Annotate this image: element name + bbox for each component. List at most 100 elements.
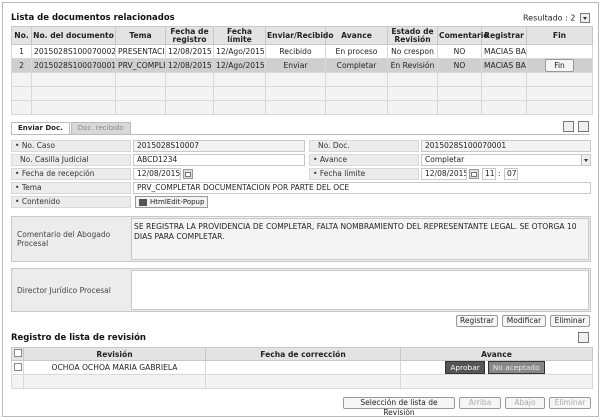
col-fecha-correccion[interactable]: Fecha de corrección xyxy=(205,347,401,361)
tab-bar: Enviar Doc. Doc. recibido xyxy=(11,122,132,134)
no-aceptado-button[interactable]: No aceptado xyxy=(487,361,545,374)
cell: 2015028S100070002 xyxy=(31,44,116,59)
revision-header-row: Revisión Fecha de corrección Avance xyxy=(11,347,593,361)
table-header-row: No. No. del documento Tema Fecha de regi… xyxy=(11,26,593,45)
fecha-limite-input[interactable]: 12/08/2015 xyxy=(421,168,467,180)
cell: 2015028S100070001 xyxy=(31,58,116,73)
tema-label: Tema xyxy=(11,182,131,194)
chevron-down-icon[interactable] xyxy=(578,332,589,343)
registrar-button[interactable]: Registrar xyxy=(456,315,498,327)
col-registrar[interactable]: Registrar xyxy=(481,26,527,45)
cell: 12/08/2015 xyxy=(165,58,214,73)
col-fin[interactable]: Fin xyxy=(526,26,593,45)
empty-row xyxy=(11,86,593,101)
table-row[interactable]: OCHOA OCHOA MARIA GABRIELA Aprobar No ace… xyxy=(11,360,593,375)
cell: Aprobar No aceptado xyxy=(400,360,593,375)
minute-input[interactable]: 07 xyxy=(504,168,518,180)
casilla-input[interactable]: ABCD1234 xyxy=(133,154,305,166)
col-tema[interactable]: Tema xyxy=(115,26,166,45)
col-revision[interactable]: Revisión xyxy=(23,347,206,361)
fecha-recepcion-input[interactable]: 12/08/2015 xyxy=(133,168,181,180)
col-doc-number[interactable]: No. del documento xyxy=(31,26,116,45)
col-comentario[interactable]: Comentario xyxy=(437,26,489,45)
time-separator: : xyxy=(498,169,501,178)
fecha-limite-label: Fecha límite xyxy=(309,168,419,180)
hour-input[interactable]: 11 xyxy=(482,168,496,180)
seleccion-lista-button[interactable]: Selección de lista de Revisión xyxy=(343,397,455,417)
chevron-down-icon[interactable] xyxy=(578,121,589,132)
documents-table: No. No. del documento Tema Fecha de regi… xyxy=(11,26,593,115)
avance-label: Avance xyxy=(309,154,419,166)
list-section-title: Lista de documentos relacionados xyxy=(11,13,175,23)
col-fecha-registro[interactable]: Fecha de registro xyxy=(165,26,214,45)
calendar-icon[interactable] xyxy=(469,169,479,179)
aprobar-button[interactable]: Aprobar xyxy=(445,361,485,374)
arriba-button[interactable]: Arriba xyxy=(459,397,501,409)
cell: 12/Ago/2015 xyxy=(213,58,266,73)
cell: Enviar xyxy=(265,58,326,73)
director-textarea[interactable] xyxy=(131,270,589,310)
empty-row xyxy=(11,374,593,389)
col-avance[interactable]: Avance xyxy=(400,347,593,361)
cell xyxy=(526,44,593,59)
cell xyxy=(205,360,401,375)
select-all-checkbox[interactable] xyxy=(13,349,22,357)
fecha-recepcion-label: Fecha de recepción xyxy=(11,168,131,180)
no-caso-label: No. Caso xyxy=(11,140,131,152)
main-panel: Lista de documentos relacionados Resulta… xyxy=(2,2,599,417)
edit-icon xyxy=(139,199,147,206)
col-fecha-limite[interactable]: Fecha límite xyxy=(213,26,266,45)
tema-input[interactable]: PRV_COMPLETAR DOCUMENTACION POR PARTE DE… xyxy=(133,182,591,194)
revision-table: Revisión Fecha de corrección Avance OCHO… xyxy=(11,347,593,389)
col-avance[interactable]: Avance xyxy=(325,26,388,45)
cell: 2 xyxy=(11,58,32,73)
cell: En Revisión xyxy=(387,58,438,73)
no-caso-field: 2015028S10007 xyxy=(133,140,305,152)
tab-divider xyxy=(11,134,590,135)
cell: Completar xyxy=(325,58,388,73)
eliminar-button[interactable]: Eliminar xyxy=(550,315,590,327)
abajo-button[interactable]: Abajo xyxy=(505,397,545,409)
cell: En proceso xyxy=(325,44,388,59)
col-enviar-recibido[interactable]: Enviar/Recibido xyxy=(265,26,334,45)
cell: OCHOA OCHOA MARIA GABRIELA xyxy=(23,360,206,375)
cell: 12/08/2015 xyxy=(165,44,214,59)
tab-enviar-doc[interactable]: Enviar Doc. xyxy=(11,122,70,134)
table-row[interactable]: 2 2015028S100070001 PRV_COMPLET 12/08/20… xyxy=(11,58,593,73)
row-checkbox[interactable] xyxy=(13,362,22,371)
tab-doc-recibido[interactable]: Doc. recibido xyxy=(70,122,131,134)
casilla-label: No. Casilla Judicial xyxy=(11,154,131,166)
no-doc-field: 2015028S100070001 xyxy=(421,140,591,152)
chevron-down-icon[interactable] xyxy=(580,13,590,23)
cell: NO xyxy=(437,44,482,59)
cell: PRESENTACIC xyxy=(115,44,166,59)
cell: MACIAS BAI xyxy=(481,44,527,59)
avance-select[interactable]: Completar xyxy=(421,154,591,166)
calendar-icon[interactable] xyxy=(183,169,193,179)
popup-button-label: HtmlEdit-Popup xyxy=(150,198,205,206)
cell: NO xyxy=(437,58,482,73)
no-doc-label: No. Doc. xyxy=(309,140,419,152)
cell: 12/Ago/2015 xyxy=(213,44,266,59)
comentario-text: SE REGISTRA LA PROVIDENCIA DE COMPLETAR,… xyxy=(134,222,577,241)
cell: 1 xyxy=(11,44,32,59)
col-no[interactable]: No. xyxy=(11,26,32,45)
revision-section-title: Registro de lista de revisión xyxy=(11,333,146,343)
result-count: Resultado : 2 xyxy=(523,13,590,23)
avance-value: Completar xyxy=(425,155,465,164)
cell: MACIAS BAI xyxy=(481,58,527,73)
refresh-icon[interactable] xyxy=(563,121,574,132)
row-select-cell xyxy=(11,360,24,375)
director-label: Director Jurídico Procesal xyxy=(17,286,111,295)
eliminar-revision-button[interactable]: Eliminar xyxy=(549,397,591,409)
cell: No crespon xyxy=(387,44,438,59)
col-estado-revision[interactable]: Estado de Revisión xyxy=(387,26,438,45)
chevron-down-icon[interactable] xyxy=(581,155,590,165)
select-all-cell xyxy=(11,347,24,361)
fin-button[interactable]: Fin xyxy=(545,59,574,72)
html-edit-popup-button[interactable]: HtmlEdit-Popup xyxy=(135,196,209,208)
table-row[interactable]: 1 2015028S100070002 PRESENTACIC 12/08/20… xyxy=(11,44,593,59)
empty-row xyxy=(11,100,593,115)
cell: Fin xyxy=(526,58,593,73)
modificar-button[interactable]: Modificar xyxy=(502,315,546,327)
